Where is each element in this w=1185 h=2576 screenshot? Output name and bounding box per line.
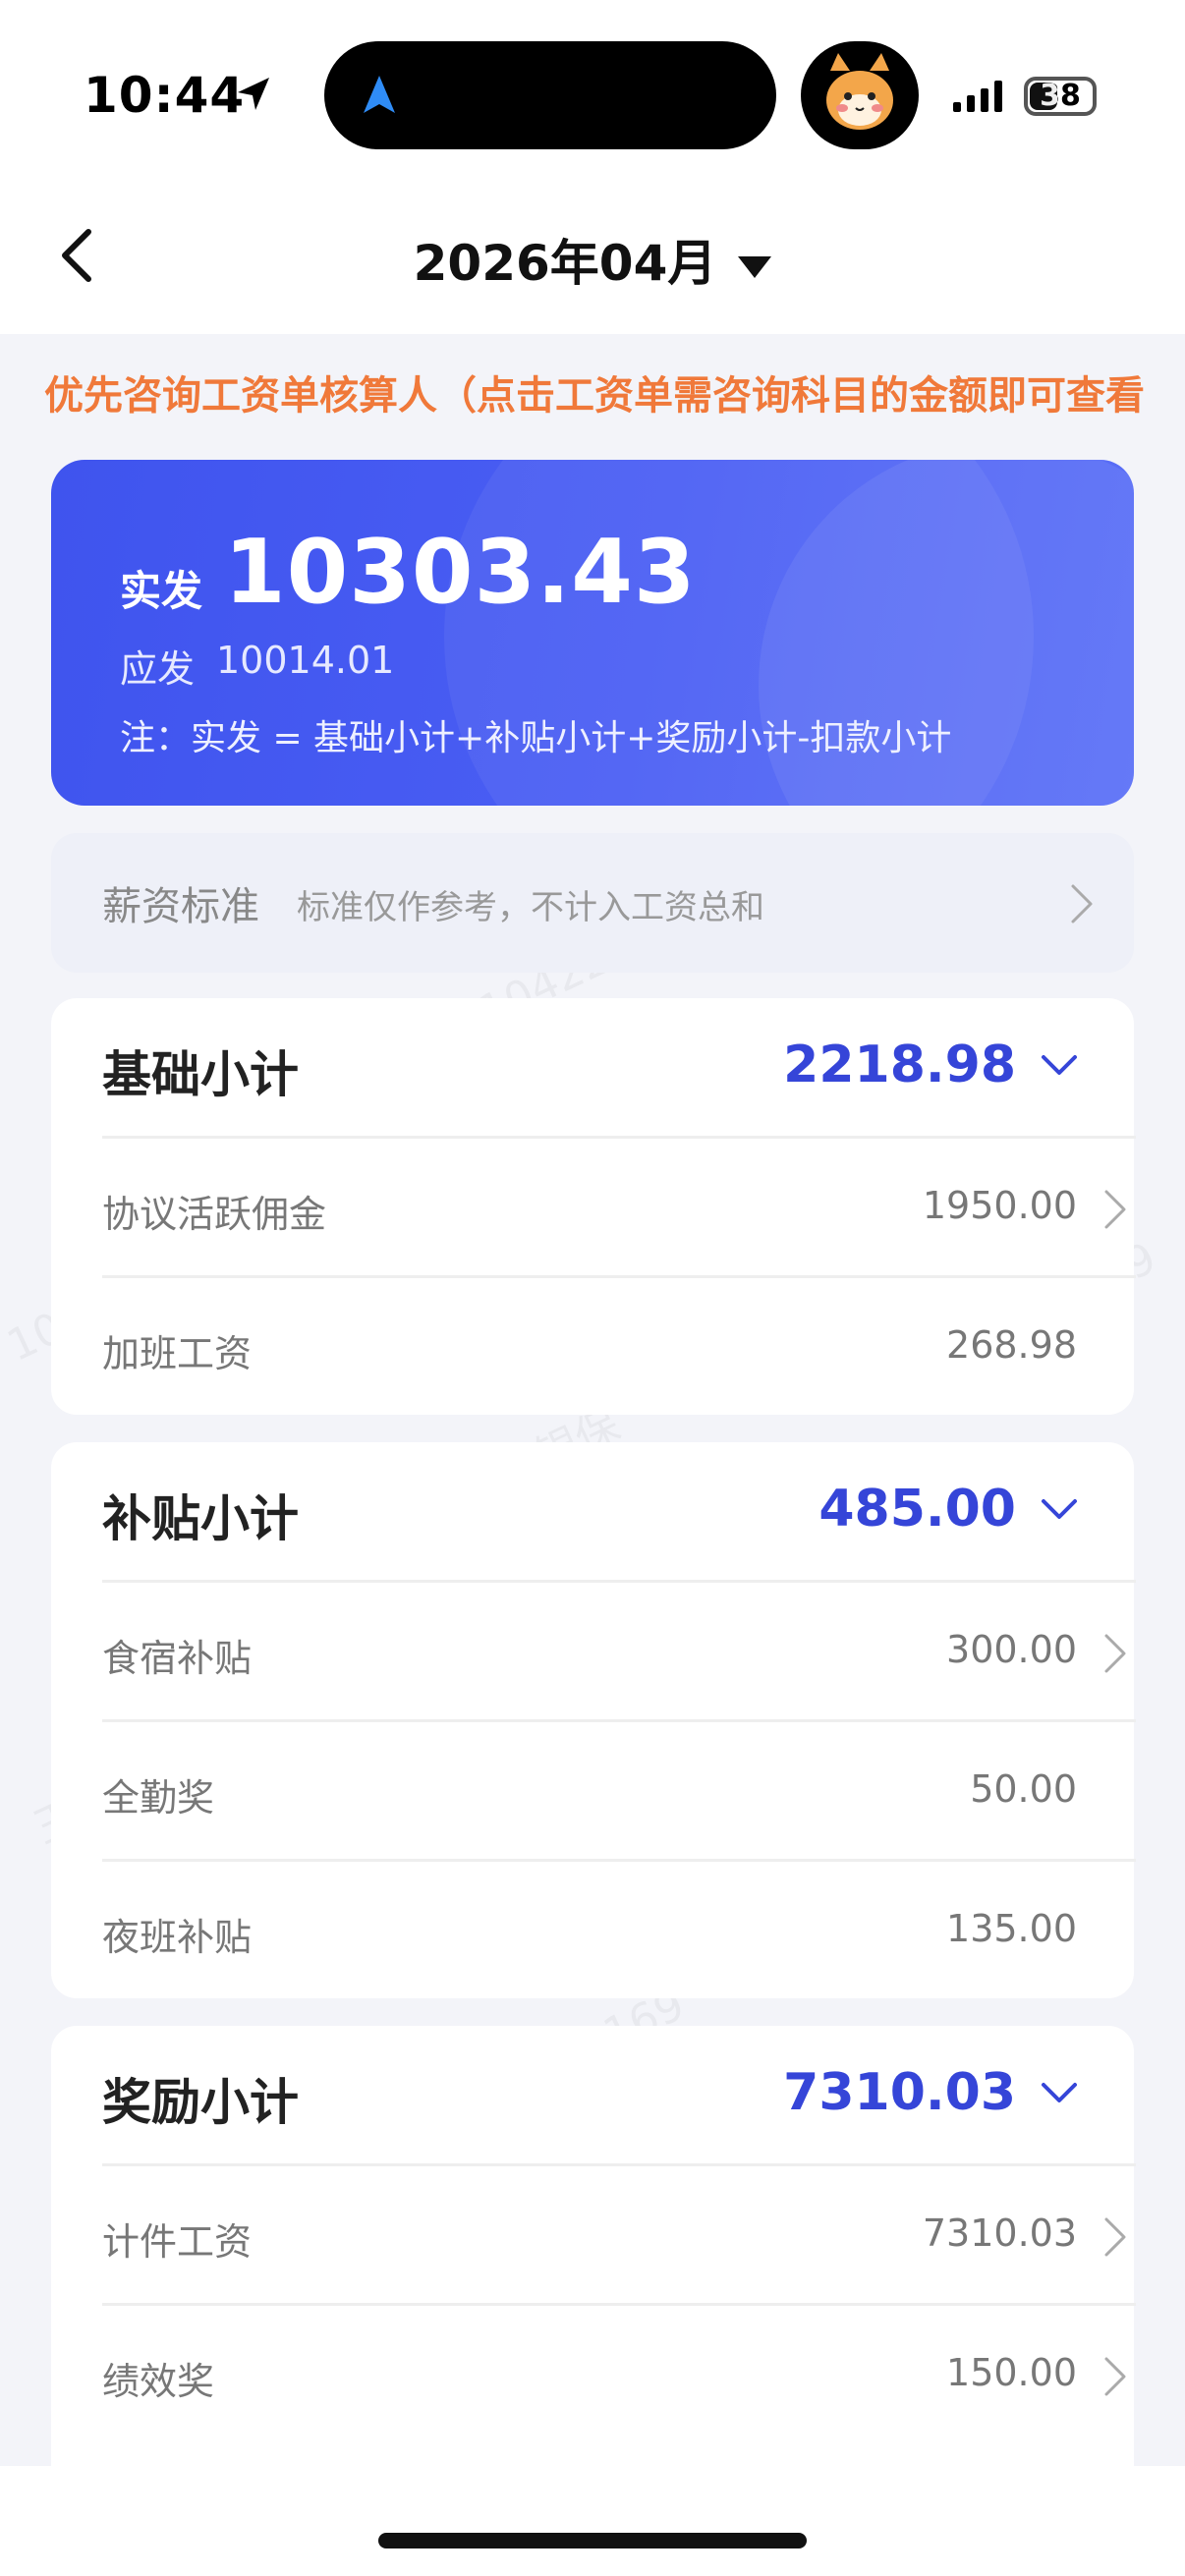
section-header[interactable]: 奖励小计 7310.03 — [51, 2026, 1134, 2163]
signal-icon — [953, 81, 1002, 112]
chevron-right-icon — [1104, 1190, 1126, 1229]
chevron-right-icon — [1071, 884, 1093, 924]
chevron-down-icon — [1042, 1499, 1077, 1519]
gross-pay-value: 10014.01 — [216, 639, 395, 682]
pay-formula-note: 注：实发 = 基础小计+补贴小计+奖励小计-扣款小计 — [120, 718, 952, 758]
list-item: 全勤奖 50.00 — [102, 1719, 1136, 1859]
battery-icon: 38 — [1024, 77, 1097, 116]
location-arrow-icon — [238, 78, 269, 110]
navigation-icon — [364, 76, 395, 113]
item-value: 268.98 — [946, 1323, 1077, 1367]
gross-pay-label: 应发 — [120, 647, 196, 691]
net-pay-value: 10303.43 — [224, 521, 697, 624]
salary-standard-row[interactable]: 薪资标准 标准仅作参考，不计入工资总和 — [51, 833, 1134, 973]
section-total: 485.00 — [818, 1480, 1016, 1539]
list-item: 夜班补贴 135.00 — [102, 1859, 1136, 1998]
chevron-down-icon — [1042, 1055, 1077, 1075]
cat-avatar-icon — [801, 41, 919, 149]
status-time: 10:44 — [84, 67, 246, 124]
item-value: 150.00 — [946, 2351, 1077, 2394]
notice-text: 优先咨询工资单核算人（点击工资单需咨询科目的金额即可查看 — [44, 373, 1145, 419]
item-value: 135.00 — [946, 1907, 1077, 1950]
list-item[interactable]: 协议活跃佣金 1950.00 — [102, 1136, 1136, 1275]
bottom-bar — [0, 2466, 1185, 2576]
list-item[interactable]: 计件工资 7310.03 — [102, 2163, 1136, 2303]
salary-standard-title: 薪资标准 — [102, 884, 259, 929]
item-label: 协议活跃佣金 — [102, 1193, 327, 1236]
section-title: 基础小计 — [102, 1046, 299, 1103]
chevron-right-icon — [1104, 1634, 1126, 1673]
chevron-down-icon — [1042, 2083, 1077, 2102]
net-pay-label: 实发 — [120, 567, 203, 615]
list-item[interactable]: 绩效奖 150.00 — [102, 2303, 1136, 2442]
item-label: 加班工资 — [102, 1332, 253, 1375]
home-indicator[interactable] — [378, 2533, 807, 2548]
item-label: 全勤奖 — [102, 1776, 215, 1820]
item-label: 夜班补贴 — [102, 1916, 253, 1959]
section-total: 7310.03 — [783, 2063, 1016, 2122]
section-title: 奖励小计 — [102, 2074, 299, 2131]
net-pay-card: 实发 10303.43 应发 10014.01 注：实发 = 基础小计+补贴小计… — [51, 460, 1134, 806]
item-value: 50.00 — [970, 1767, 1077, 1811]
notice-banner[interactable]: 优先咨询工资单核算人（点击工资单需咨询科目的金额即可查看 — [0, 334, 1185, 457]
item-label: 计件工资 — [102, 2220, 253, 2264]
section-total: 2218.98 — [783, 1036, 1016, 1094]
salary-standard-subtitle: 标准仅作参考，不计入工资总和 — [297, 888, 764, 927]
chevron-right-icon — [1104, 2357, 1126, 2396]
item-label: 绩效奖 — [102, 2360, 215, 2403]
chevron-right-icon — [1104, 2217, 1126, 2257]
list-item: 加班工资 268.98 — [102, 1275, 1136, 1415]
item-value: 300.00 — [946, 1628, 1077, 1671]
basic-subtotal-section: 基础小计 2218.98 协议活跃佣金 1950.00 加班工资 268.98 — [51, 998, 1136, 1415]
list-item[interactable]: 食宿补贴 300.00 — [102, 1580, 1136, 1719]
section-header[interactable]: 补贴小计 485.00 — [51, 1442, 1134, 1580]
month-selector[interactable]: 2026年04月 — [0, 224, 1185, 295]
section-header[interactable]: 基础小计 2218.98 — [51, 998, 1134, 1136]
battery-level: 38 — [1040, 79, 1081, 113]
month-label: 2026年04月 — [413, 235, 717, 292]
allowance-subtotal-section: 补贴小计 485.00 食宿补贴 300.00 全勤奖 50.00 夜班补贴 1… — [51, 1442, 1136, 1998]
item-value: 1950.00 — [922, 1184, 1077, 1227]
item-label: 食宿补贴 — [102, 1637, 253, 1680]
item-value: 7310.03 — [922, 2212, 1077, 2255]
bonus-subtotal-section: 奖励小计 7310.03 计件工资 7310.03 绩效奖 150.00 — [51, 2026, 1136, 2488]
section-title: 补贴小计 — [102, 1490, 299, 1547]
dropdown-triangle-icon — [738, 255, 772, 278]
